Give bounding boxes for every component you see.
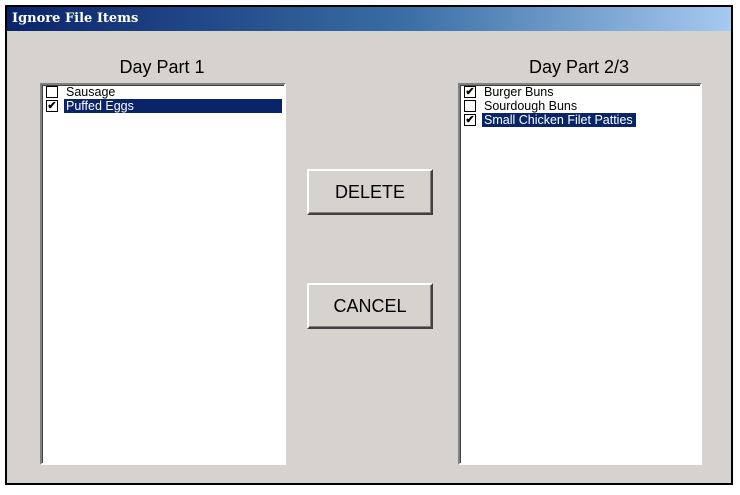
checkbox-puffed-eggs[interactable]: ✔: [46, 100, 58, 112]
window-title: Ignore File Items: [12, 11, 139, 26]
day-part-1-label: Day Part 1: [119, 57, 205, 77]
list-item[interactable]: ✔ Small Chicken Filet Patties: [462, 113, 700, 127]
list-item[interactable]: ✔ Puffed Eggs: [44, 99, 284, 113]
day-part-1-list[interactable]: Sausage ✔ Puffed Eggs: [40, 83, 286, 465]
title-bar[interactable]: Ignore File Items: [7, 7, 731, 31]
list-item[interactable]: ✔ Burger Buns: [462, 85, 700, 99]
list-item[interactable]: Sourdough Buns: [462, 99, 700, 113]
delete-button[interactable]: DELETE: [307, 169, 433, 215]
day-part-2-3-list[interactable]: ✔ Burger Buns Sourdough Buns ✔ Small Chi…: [458, 83, 702, 465]
day-part-2-3-label: Day Part 2/3: [528, 57, 630, 77]
checkbox-sausage[interactable]: [46, 86, 58, 98]
checkbox-burger-buns[interactable]: ✔: [464, 86, 476, 98]
cancel-button[interactable]: CANCEL: [307, 283, 433, 329]
checkbox-small-chicken-filet-patties[interactable]: ✔: [464, 114, 476, 126]
list-item[interactable]: Sausage: [44, 85, 284, 99]
checkbox-sourdough-buns[interactable]: [464, 100, 476, 112]
ignore-file-items-dialog: Ignore File Items Day Part 1 Sausage ✔ P…: [5, 5, 733, 485]
